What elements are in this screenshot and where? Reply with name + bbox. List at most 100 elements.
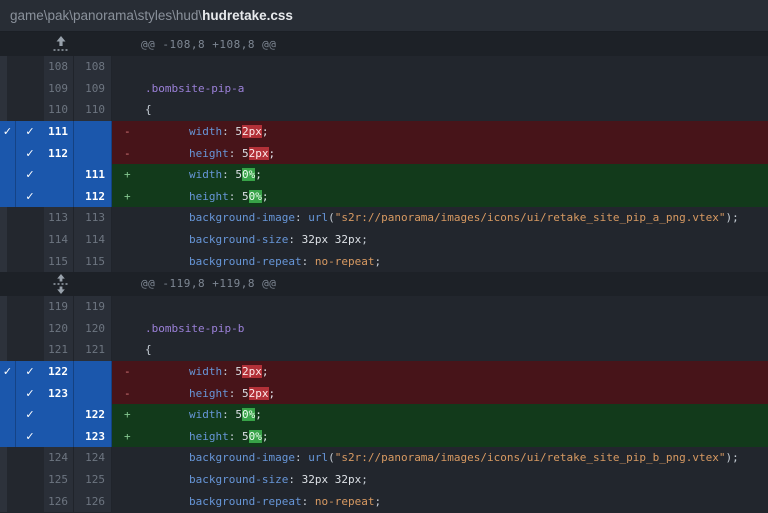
- code-text: background-size: 32px 32px;: [145, 233, 368, 246]
- line-check-icon[interactable]: ✓: [25, 147, 34, 160]
- line-stage-gutter[interactable]: ✓: [16, 382, 44, 404]
- line-stage-gutter[interactable]: ✓: [16, 186, 44, 208]
- code-line[interactable]: background-repeat: no-repeat;: [112, 250, 768, 272]
- code-line[interactable]: background-repeat: no-repeat;: [112, 490, 768, 512]
- code-token: :: [295, 211, 308, 224]
- line-check-icon[interactable]: ✓: [25, 168, 34, 181]
- hunk-stage-gutter[interactable]: [0, 382, 16, 404]
- code-text: height: 52px;: [145, 147, 275, 160]
- code-line[interactable]: {: [112, 339, 768, 361]
- line-check-icon[interactable]: ✓: [25, 190, 34, 203]
- line-check-icon[interactable]: ✓: [25, 408, 34, 421]
- hunk-stage-gutter: [0, 490, 16, 512]
- code-line[interactable]: -width: 52px;: [112, 121, 768, 143]
- diff-row[interactable]: 126126background-repeat: no-repeat;: [0, 490, 768, 512]
- diff-row[interactable]: 120120.bombsite-pip-b: [0, 318, 768, 340]
- diff-row[interactable]: ✓✓111-width: 52px;: [0, 121, 768, 143]
- code-line[interactable]: background-size: 32px 32px;: [112, 229, 768, 251]
- diff-row[interactable]: 121121{: [0, 339, 768, 361]
- hunk-stage-gutter[interactable]: [0, 186, 16, 208]
- line-check-icon[interactable]: ✓: [25, 387, 34, 400]
- line-stage-gutter[interactable]: ✓: [16, 142, 44, 164]
- code-line[interactable]: +width: 50%;: [112, 404, 768, 426]
- diff-row[interactable]: ✓✓122-width: 52px;: [0, 361, 768, 383]
- code-token: background-image: [189, 211, 295, 224]
- code-token: background-repeat: [189, 495, 302, 508]
- old-line-number: [44, 164, 74, 186]
- code-line[interactable]: +height: 50%;: [112, 426, 768, 448]
- diff-row[interactable]: 125125background-size: 32px 32px;: [0, 469, 768, 491]
- diff-row[interactable]: ✓112+height: 50%;: [0, 186, 768, 208]
- diff-row[interactable]: 109109.bombsite-pip-a: [0, 78, 768, 100]
- hunk-stage-gutter: [0, 99, 16, 121]
- hunk-check-icon[interactable]: ✓: [3, 365, 12, 378]
- diff-row[interactable]: 124124background-image: url("s2r://panor…: [0, 447, 768, 469]
- diff-row[interactable]: ✓112-height: 52px;: [0, 142, 768, 164]
- code-token: );: [725, 211, 738, 224]
- code-token: :: [302, 255, 315, 268]
- hunk-stage-gutter[interactable]: ✓: [0, 121, 16, 143]
- diff-row[interactable]: 114114background-size: 32px 32px;: [0, 229, 768, 251]
- code-line[interactable]: -height: 52px;: [112, 382, 768, 404]
- new-line-number: [74, 121, 112, 143]
- hunk-check-icon[interactable]: ✓: [3, 125, 12, 138]
- line-check-icon[interactable]: ✓: [25, 430, 34, 443]
- code-line[interactable]: .bombsite-pip-b: [112, 318, 768, 340]
- diff-row[interactable]: ✓123+height: 50%;: [0, 426, 768, 448]
- code-line[interactable]: -height: 52px;: [112, 142, 768, 164]
- old-line-number: [44, 186, 74, 208]
- line-stage-gutter[interactable]: ✓: [16, 404, 44, 426]
- hunk-header: @@ -108,8 +108,8 @@: [0, 32, 768, 56]
- diff-marker: -: [124, 387, 145, 400]
- code-line[interactable]: [112, 56, 768, 78]
- code-token: background-image: [189, 451, 295, 464]
- line-stage-gutter: [16, 469, 44, 491]
- diff-row[interactable]: 115115background-repeat: no-repeat;: [0, 250, 768, 272]
- hunk-stage-gutter[interactable]: [0, 142, 16, 164]
- file-name: hudretake.css: [202, 8, 293, 23]
- old-line-number: 121: [44, 339, 74, 361]
- hunk-stage-gutter: [0, 339, 16, 361]
- diff-row[interactable]: 108108: [0, 56, 768, 78]
- code-token: url: [308, 211, 328, 224]
- old-line-number: 109: [44, 78, 74, 100]
- code-line[interactable]: -width: 52px;: [112, 361, 768, 383]
- line-stage-gutter: [16, 318, 44, 340]
- expand-up-icon[interactable]: [50, 32, 72, 56]
- code-line[interactable]: background-size: 32px 32px;: [112, 469, 768, 491]
- diff-row[interactable]: ✓ 111+width: 50%;: [0, 164, 768, 186]
- diff-row[interactable]: 119119: [0, 296, 768, 318]
- line-check-icon[interactable]: ✓: [25, 365, 34, 378]
- code-line[interactable]: [112, 296, 768, 318]
- line-stage-gutter[interactable]: ✓: [16, 361, 44, 383]
- new-line-number: 111: [74, 164, 112, 186]
- code-token: 5: [242, 430, 249, 443]
- hunk-stage-gutter: [0, 469, 16, 491]
- diff-row[interactable]: ✓123-height: 52px;: [0, 382, 768, 404]
- diff-row[interactable]: 110110{: [0, 99, 768, 121]
- code-text: background-image: url("s2r://panorama/im…: [145, 451, 739, 464]
- line-stage-gutter[interactable]: ✓: [16, 426, 44, 448]
- expand-both-icon[interactable]: [50, 272, 72, 296]
- line-check-icon[interactable]: ✓: [25, 125, 34, 138]
- hunk-header: @@ -119,8 +119,8 @@: [0, 272, 768, 296]
- code-line[interactable]: +width: 50%;: [112, 164, 768, 186]
- code-line[interactable]: {: [112, 99, 768, 121]
- hunk-stage-gutter[interactable]: [0, 426, 16, 448]
- hunk-stage-gutter[interactable]: ✓: [0, 361, 16, 383]
- code-line[interactable]: +height: 50%;: [112, 186, 768, 208]
- code-token: :: [222, 408, 235, 421]
- code-line[interactable]: background-image: url("s2r://panorama/im…: [112, 447, 768, 469]
- code-token: height: [189, 190, 229, 203]
- diff-marker: -: [124, 125, 145, 138]
- diff-row[interactable]: 113113background-image: url("s2r://panor…: [0, 207, 768, 229]
- line-stage-gutter[interactable]: ✓: [16, 164, 44, 186]
- code-line[interactable]: .bombsite-pip-a: [112, 78, 768, 100]
- code-line[interactable]: background-image: url("s2r://panorama/im…: [112, 207, 768, 229]
- hunk-stage-gutter[interactable]: [0, 404, 16, 426]
- diff-marker: -: [124, 147, 145, 160]
- diff-row[interactable]: ✓122+width: 50%;: [0, 404, 768, 426]
- hunk-stage-gutter: [0, 447, 16, 469]
- hunk-stage-gutter[interactable]: [0, 164, 16, 186]
- line-stage-gutter[interactable]: ✓: [16, 121, 44, 143]
